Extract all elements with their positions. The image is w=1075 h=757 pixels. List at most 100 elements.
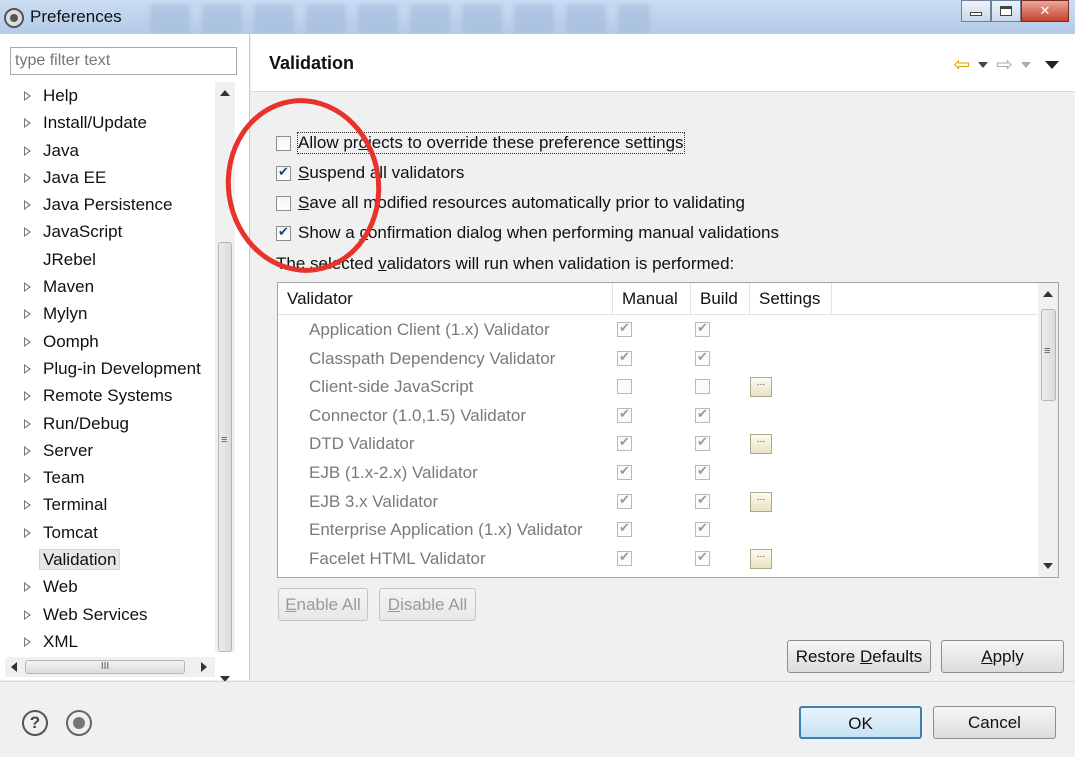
table-row[interactable]: Client-side JavaScript...	[278, 373, 1038, 402]
scroll-right-icon[interactable]	[201, 662, 207, 672]
expand-arrow-icon[interactable]	[24, 582, 31, 593]
table-row[interactable]: EJB 3.x Validator...	[278, 488, 1038, 517]
back-arrow-icon[interactable]: ⇦	[953, 52, 970, 77]
manual-checkbox[interactable]	[617, 463, 632, 480]
scroll-thumb[interactable]: ≡	[1041, 309, 1056, 401]
sidebar-item[interactable]: JRebel	[0, 246, 215, 273]
sidebar-item[interactable]: Run/Debug	[0, 410, 215, 437]
validator-settings-button[interactable]: ...	[750, 491, 772, 512]
sidebar-item[interactable]: JavaScript	[0, 218, 215, 245]
apply-button[interactable]: Apply	[941, 640, 1064, 673]
build-checkbox[interactable]	[695, 434, 710, 452]
table-row[interactable]: EJB (1.x-2.x) Validator	[278, 459, 1038, 488]
expand-arrow-icon[interactable]	[24, 227, 31, 238]
forward-dropdown-icon[interactable]	[1021, 61, 1031, 68]
scroll-down-icon[interactable]	[1043, 563, 1053, 569]
table-row[interactable]: DTD Validator...	[278, 430, 1038, 459]
table-row[interactable]: Facelet HTML Validator...	[278, 545, 1038, 574]
sidebar-item[interactable]: Java Persistence	[0, 191, 215, 218]
build-checkbox[interactable]	[695, 492, 710, 509]
sidebar-item[interactable]: Remote Systems	[0, 382, 215, 409]
expand-arrow-icon[interactable]	[24, 609, 31, 620]
sidebar-item[interactable]: Help	[0, 82, 215, 109]
record-icon[interactable]	[66, 710, 92, 736]
sidebar-item[interactable]: Terminal	[0, 491, 215, 518]
table-row[interactable]: Enterprise Application (1.x) Validator	[278, 516, 1038, 545]
build-checkbox[interactable]	[695, 549, 710, 566]
disable-all-button[interactable]: Disable All	[379, 588, 476, 621]
sidebar-item[interactable]: Java	[0, 137, 215, 164]
manual-checkbox[interactable]	[617, 549, 632, 566]
sidebar-item[interactable]: Mylyn	[0, 300, 215, 327]
build-checkbox[interactable]	[695, 320, 710, 337]
show-confirm-option[interactable]: Show a confirmation dialog when performi…	[276, 221, 779, 245]
scroll-thumb[interactable]: ≡	[218, 242, 232, 652]
save-all-checkbox[interactable]	[276, 195, 291, 211]
manual-checkbox[interactable]	[617, 379, 632, 395]
validator-settings-button[interactable]: ...	[750, 377, 772, 398]
sidebar-item[interactable]: Team	[0, 464, 215, 491]
validator-settings-button[interactable]: ...	[750, 434, 772, 455]
expand-arrow-icon[interactable]	[24, 118, 31, 129]
suspend-all-option[interactable]: Suspend all validators	[276, 161, 464, 185]
expand-arrow-icon[interactable]	[24, 445, 31, 456]
table-row[interactable]: Classpath Dependency Validator	[278, 345, 1038, 374]
help-icon[interactable]: ?	[22, 710, 48, 736]
column-header-build[interactable]: Build	[691, 283, 750, 315]
validator-settings-button[interactable]: ...	[750, 548, 772, 569]
build-checkbox[interactable]	[695, 463, 710, 480]
sidebar-item[interactable]: Plug-in Development	[0, 355, 215, 382]
filter-input[interactable]	[10, 47, 237, 75]
ok-button[interactable]: OK	[799, 706, 922, 739]
table-row[interactable]: Application Client (1.x) Validator	[278, 316, 1038, 345]
build-checkbox[interactable]	[695, 520, 710, 538]
sidebar-item[interactable]: Install/Update	[0, 109, 215, 136]
save-all-option[interactable]: Save all modified resources automaticall…	[276, 191, 745, 215]
expand-arrow-icon[interactable]	[24, 200, 31, 211]
expand-arrow-icon[interactable]	[24, 363, 31, 374]
scroll-up-icon[interactable]	[220, 90, 230, 96]
build-checkbox[interactable]	[695, 349, 710, 366]
sidebar-item[interactable]: Java EE	[0, 164, 215, 191]
minimize-button[interactable]	[961, 0, 991, 22]
expand-arrow-icon[interactable]	[24, 473, 31, 484]
expand-arrow-icon[interactable]	[24, 418, 31, 429]
column-header-settings[interactable]: Settings	[750, 283, 832, 315]
sidebar-horizontal-scrollbar[interactable]: III	[5, 657, 215, 677]
sidebar-vertical-scrollbar[interactable]: ≡	[215, 82, 235, 682]
show-confirm-checkbox[interactable]	[276, 224, 291, 241]
manual-checkbox[interactable]	[617, 520, 632, 538]
allow-override-option[interactable]: Allow projects to override these prefere…	[276, 131, 685, 155]
table-row[interactable]: Connector (1.0,1.5) Validator	[278, 402, 1038, 431]
column-header-validator[interactable]: Validator	[278, 283, 613, 315]
allow-override-checkbox[interactable]	[276, 135, 291, 151]
manual-checkbox[interactable]	[617, 320, 632, 337]
expand-arrow-icon[interactable]	[24, 391, 31, 402]
manual-checkbox[interactable]	[617, 434, 632, 452]
sidebar-item[interactable]: Web	[0, 573, 215, 600]
expand-arrow-icon[interactable]	[24, 172, 31, 183]
cancel-button[interactable]: Cancel	[933, 706, 1056, 739]
expand-arrow-icon[interactable]	[24, 500, 31, 511]
expand-arrow-icon[interactable]	[24, 527, 31, 538]
back-dropdown-icon[interactable]	[978, 61, 989, 68]
build-checkbox[interactable]	[695, 379, 710, 395]
expand-arrow-icon[interactable]	[24, 336, 31, 347]
sidebar-item[interactable]: Web Services	[0, 601, 215, 628]
forward-arrow-icon[interactable]: ⇨	[996, 52, 1013, 77]
manual-checkbox[interactable]	[617, 492, 632, 509]
scroll-left-icon[interactable]	[11, 662, 17, 672]
manual-checkbox[interactable]	[617, 349, 632, 366]
expand-arrow-icon[interactable]	[24, 636, 31, 647]
expand-arrow-icon[interactable]	[24, 309, 31, 320]
close-button[interactable]: ✕	[1021, 0, 1069, 22]
scroll-up-icon[interactable]	[1043, 291, 1053, 297]
expand-arrow-icon[interactable]	[24, 91, 31, 101]
expand-arrow-icon[interactable]	[24, 282, 31, 293]
expand-arrow-icon[interactable]	[24, 145, 31, 156]
table-vertical-scrollbar[interactable]: ≡	[1038, 283, 1058, 577]
sidebar-item[interactable]: Oomph	[0, 328, 215, 355]
sidebar-item[interactable]: XML	[0, 628, 215, 655]
enable-all-button[interactable]: Enable All	[278, 588, 368, 621]
sidebar-item[interactable]: Tomcat	[0, 519, 215, 546]
